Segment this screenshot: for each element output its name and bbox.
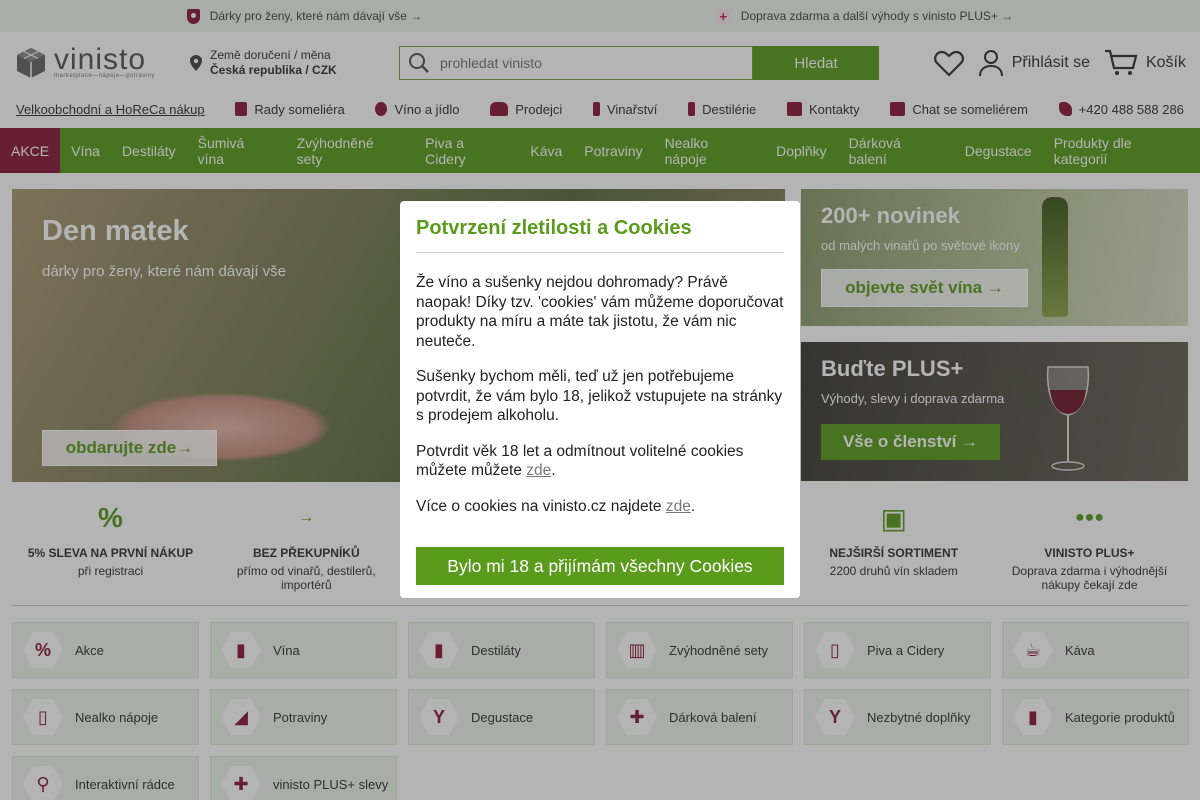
reject-cookies-link[interactable]: zde (526, 462, 551, 479)
modal-paragraph: Sušenky bychom měli, teď už jen potřebuj… (416, 368, 783, 424)
modal-paragraph: Že víno a sušenky nejdou dohromady? Práv… (416, 274, 784, 350)
accept-all-button[interactable]: Bylo mi 18 a přijímám všechny Cookies (416, 547, 784, 585)
modal-title: Potvrzení zletilosti a Cookies (416, 215, 784, 253)
cookies-info-link[interactable]: zde (666, 498, 691, 515)
modal-paragraph: Více o cookies na vinisto.cz najdete zde… (416, 497, 696, 515)
cookie-age-modal: Potvrzení zletilosti a Cookies Že víno a… (400, 201, 800, 598)
modal-paragraph: Potvrdit věk 18 let a odmítnout voliteln… (416, 442, 744, 480)
